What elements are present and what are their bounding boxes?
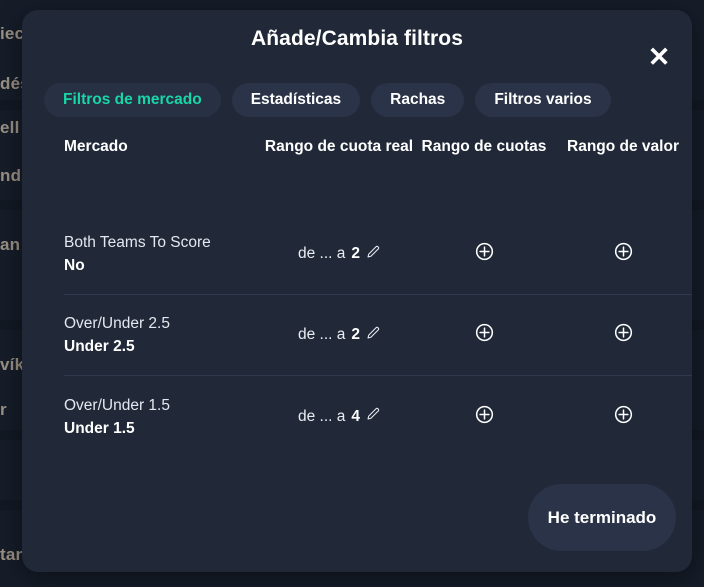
range-value: 2 xyxy=(351,326,361,343)
table-header-row: Mercado Rango de cuota real Rango de cuo… xyxy=(64,136,692,214)
real-odds-range-edit[interactable]: de ... a 2 xyxy=(298,326,380,345)
cell-odds-range xyxy=(414,322,554,348)
table-row: Over/Under 1.5 Under 1.5 de ... a 4 xyxy=(64,376,692,457)
column-header-value-range: Rango de valor xyxy=(567,138,679,155)
range-prefix: de ... a xyxy=(297,245,346,262)
column-header-odds-range: Rango de cuotas xyxy=(421,138,547,155)
market-filters-table: Mercado Rango de cuota real Rango de cuo… xyxy=(64,136,692,457)
cell-value-range xyxy=(554,322,692,348)
market-selection: Under 2.5 xyxy=(64,338,135,355)
dialog-title: Añade/Cambia filtros xyxy=(250,27,464,50)
add-odds-range-plus-circle-icon[interactable] xyxy=(474,404,495,425)
range-prefix: de ... a xyxy=(297,407,346,425)
tab-label: Rachas xyxy=(390,91,446,108)
add-value-range-plus-circle-icon[interactable] xyxy=(613,404,634,425)
range-value: 2 xyxy=(351,245,361,262)
table-row: Both Teams To Score No de ... a 2 xyxy=(64,214,692,295)
tab-2[interactable]: Estadísticas xyxy=(231,83,361,117)
tab-label: Filtros de mercado xyxy=(63,91,202,108)
tab-4[interactable]: Filtros varios xyxy=(475,83,611,117)
cell-value-range xyxy=(554,404,692,430)
column-header-market: Mercado xyxy=(64,138,128,155)
real-odds-range-edit[interactable]: de ... a 2 xyxy=(298,245,380,264)
tab-1[interactable]: Filtros de mercado xyxy=(44,83,221,117)
table-row: Over/Under 2.5 Under 2.5 de ... a 2 xyxy=(64,295,692,376)
table-body: Both Teams To Score No de ... a 2 Over/Under… xyxy=(64,214,692,457)
tab-label: Filtros varios xyxy=(494,91,592,108)
close-dialog-button[interactable]: ✕ xyxy=(644,42,674,72)
cell-real-odds-range: de ... a 4 xyxy=(264,407,414,426)
add-change-filters-dialog: Añade/Cambia filtros ✕ Filtros de mercad… xyxy=(22,10,692,572)
cell-market: Both Teams To Score No xyxy=(64,231,264,277)
cell-market: Over/Under 1.5 Under 1.5 xyxy=(64,394,264,440)
cell-market: Over/Under 2.5 Under 2.5 xyxy=(64,312,264,358)
market-selection: Under 1.5 xyxy=(64,419,135,437)
filter-tabs: Filtros de mercado Estadísticas Rachas Filt… xyxy=(44,83,672,117)
cell-odds-range xyxy=(414,404,554,430)
column-header-real-odds-range: Rango de cuota real xyxy=(264,138,414,155)
range-prefix: de ... a xyxy=(297,326,346,343)
market-selection: No xyxy=(64,257,85,274)
market-name: Both Teams To Score xyxy=(64,234,211,251)
pencil-icon xyxy=(366,245,380,264)
done-button[interactable]: He terminado xyxy=(528,484,676,551)
tab-3[interactable]: Rachas xyxy=(371,83,465,117)
pencil-icon xyxy=(366,407,380,426)
range-value: 4 xyxy=(351,407,361,425)
pencil-icon xyxy=(366,326,380,345)
market-name: Over/Under 1.5 xyxy=(64,396,170,414)
market-name: Over/Under 2.5 xyxy=(64,315,170,332)
add-value-range-plus-circle-icon[interactable] xyxy=(613,322,634,343)
add-odds-range-plus-circle-icon[interactable] xyxy=(474,241,495,262)
add-value-range-plus-circle-icon[interactable] xyxy=(613,241,634,262)
cell-real-odds-range: de ... a 2 xyxy=(264,326,414,345)
real-odds-range-edit[interactable]: de ... a 4 xyxy=(298,407,380,426)
add-odds-range-plus-circle-icon[interactable] xyxy=(474,322,495,343)
cell-odds-range xyxy=(414,241,554,267)
close-icon: ✕ xyxy=(647,41,671,72)
cell-value-range xyxy=(554,241,692,267)
cell-real-odds-range: de ... a 2 xyxy=(264,245,414,264)
tab-label: Estadísticas xyxy=(250,91,342,108)
